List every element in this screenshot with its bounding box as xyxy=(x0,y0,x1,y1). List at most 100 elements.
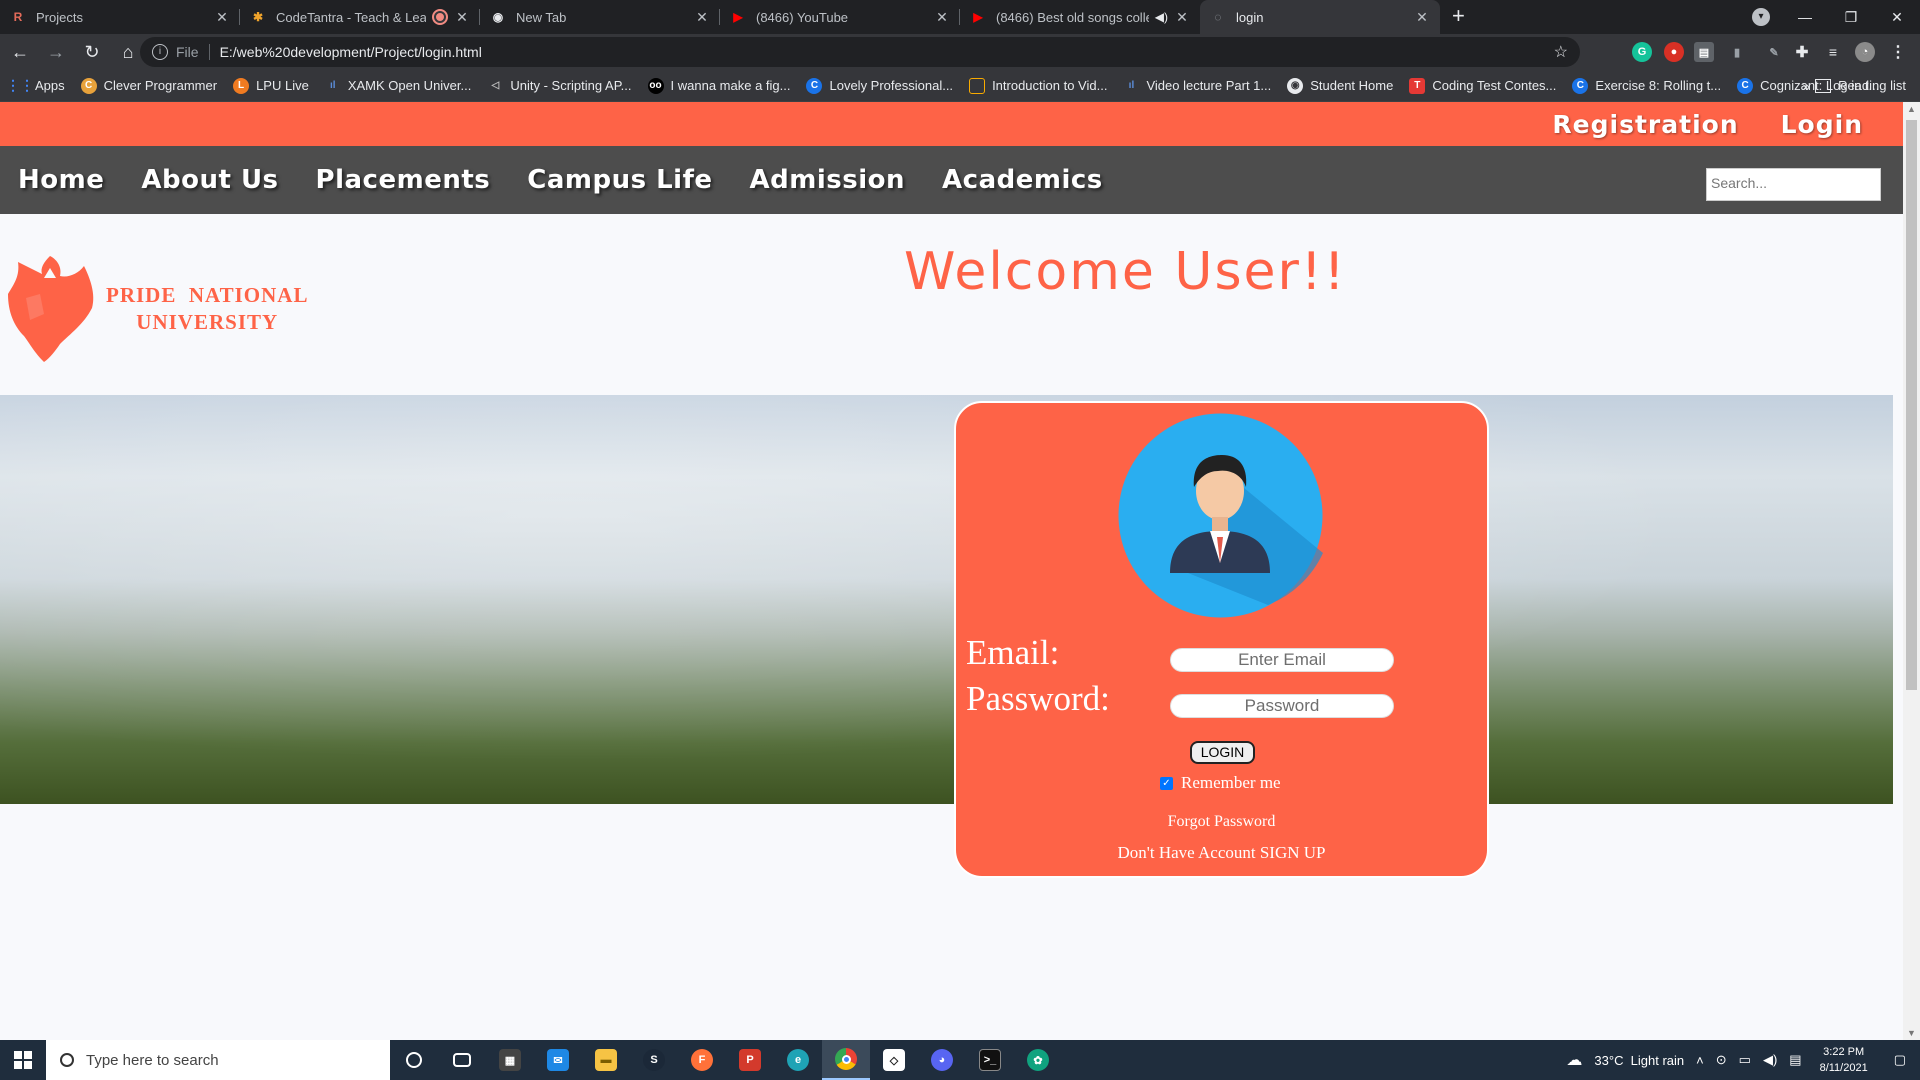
volume-icon[interactable]: ◀) xyxy=(1763,1052,1777,1068)
nav-placements[interactable]: Placements xyxy=(316,165,491,195)
edge-icon[interactable]: e xyxy=(774,1040,822,1080)
registration-link[interactable]: Registration xyxy=(1552,110,1738,139)
forward-button[interactable]: → xyxy=(40,36,72,68)
tab-search-icon[interactable]: ▾ xyxy=(1752,8,1770,26)
unity-hub-icon[interactable]: ◇ xyxy=(870,1040,918,1080)
scroll-up-icon[interactable]: ▲ xyxy=(1907,104,1916,114)
task-view-icon[interactable] xyxy=(438,1040,486,1080)
signup-link[interactable]: Don't Have Account SIGN UP xyxy=(956,843,1487,863)
grammarly-extension-icon[interactable]: G xyxy=(1632,42,1652,62)
tab-new-tab[interactable]: ◉ New Tab ✕ xyxy=(480,0,720,34)
bookmark-lpu-live[interactable]: L LPU Live xyxy=(233,77,309,94)
email-field[interactable]: Enter Email xyxy=(1170,648,1394,672)
projects-favicon-icon: R xyxy=(13,10,23,24)
bookmark-apps[interactable]: ⋮⋮ Apps xyxy=(6,77,65,94)
remember-me-checkbox[interactable]: ✓ xyxy=(1160,776,1173,790)
tab-youtube-songs[interactable]: ▶ (8466) Best old songs collecti ◀) ✕ xyxy=(960,0,1200,34)
network-icon[interactable]: ▭ xyxy=(1739,1052,1751,1068)
menu-dots-icon[interactable]: ⋮ xyxy=(1888,42,1908,62)
close-tab-icon[interactable]: ✕ xyxy=(694,9,710,26)
discord-icon[interactable]: ◕ xyxy=(918,1040,966,1080)
nav-academics[interactable]: Academics xyxy=(942,165,1103,195)
bookmark-student-home[interactable]: ◉ Student Home xyxy=(1287,77,1393,94)
scroll-down-icon[interactable]: ▼ xyxy=(1907,1028,1916,1038)
file-explorer-icon[interactable]: ▬ xyxy=(582,1040,630,1080)
tab-title: CodeTantra - Teach & Learn xyxy=(276,9,426,25)
coding-test-icon: T xyxy=(1409,77,1426,94)
extension-icon[interactable]: ▤ xyxy=(1694,42,1714,62)
scrollbar-thumb[interactable] xyxy=(1906,120,1917,690)
close-tab-icon[interactable]: ✕ xyxy=(214,9,230,26)
nav-admission[interactable]: Admission xyxy=(750,165,905,195)
chatgpt-icon[interactable]: ✿ xyxy=(1014,1040,1062,1080)
page-scrollbar[interactable]: ▲ ▼ xyxy=(1903,102,1920,1040)
steam-icon[interactable]: S xyxy=(630,1040,678,1080)
bookmark-coding-test[interactable]: T Coding Test Contes... xyxy=(1409,77,1556,94)
extensions-puzzle-icon[interactable]: ✚ xyxy=(1792,42,1812,62)
profile-avatar-icon[interactable]: ◔ xyxy=(1855,42,1875,62)
tab-codetantra[interactable]: ✱ CodeTantra - Teach & Learn ✕ xyxy=(240,0,480,34)
bookmark-unity[interactable]: ◁ Unity - Scripting AP... xyxy=(487,78,632,94)
bookmark-medium[interactable]: oo I wanna make a fig... xyxy=(647,77,790,94)
close-window-button[interactable]: ✕ xyxy=(1874,0,1920,34)
search-icon xyxy=(60,1053,74,1067)
window-controls: — ❐ ✕ xyxy=(1782,0,1920,34)
terminal-icon[interactable]: >_ xyxy=(966,1040,1014,1080)
nav-about-us[interactable]: About Us xyxy=(141,165,278,195)
remember-me[interactable]: ✓ Remember me xyxy=(1160,773,1281,793)
youtube-favicon-icon: ▶ xyxy=(973,10,983,24)
store-icon[interactable]: ▦ xyxy=(486,1040,534,1080)
reading-list-button[interactable]: Reading list xyxy=(1815,78,1906,93)
login-button[interactable]: LOGIN xyxy=(1190,741,1255,764)
close-tab-icon[interactable]: ✕ xyxy=(1414,9,1430,26)
close-tab-icon[interactable]: ✕ xyxy=(454,9,470,26)
bookmark-introduction-video[interactable]: Introduction to Vid... xyxy=(969,77,1107,94)
tray-chevron-icon[interactable]: ˄ xyxy=(1696,1053,1704,1068)
bookmark-xamk[interactable]: ıl XAMK Open Univer... xyxy=(325,78,471,94)
back-button[interactable]: ← xyxy=(4,36,36,68)
extension-icon[interactable]: ✎ xyxy=(1764,42,1784,62)
bookmark-lovely-professional[interactable]: C Lovely Professional... xyxy=(806,77,953,94)
close-tab-icon[interactable]: ✕ xyxy=(934,9,950,26)
password-field[interactable]: Password xyxy=(1170,694,1394,718)
clock[interactable]: 3:22 PM 8/11/2021 xyxy=(1820,1044,1868,1076)
adblock-extension-icon[interactable]: ● xyxy=(1664,42,1684,62)
address-bar[interactable]: i File E:/web%20development/Project/logi… xyxy=(140,37,1580,67)
search-input[interactable]: Search... xyxy=(1706,168,1881,201)
email-label: Email: xyxy=(966,633,1060,672)
media-control-icon[interactable]: ≡ xyxy=(1823,42,1843,62)
chrome-icon[interactable] xyxy=(822,1040,870,1080)
nav-home[interactable]: Home xyxy=(18,165,104,195)
url-text[interactable]: E:/web%20development/Project/login.html xyxy=(220,44,482,60)
tab-login[interactable]: ◌ login ✕ xyxy=(1200,0,1440,34)
pycharm-icon[interactable]: P xyxy=(726,1040,774,1080)
login-link[interactable]: Login xyxy=(1781,110,1863,139)
weather-text[interactable]: 33°C Light rain xyxy=(1594,1053,1684,1068)
notification-icon[interactable]: ▢ xyxy=(1894,1052,1906,1068)
extension-icon[interactable]: ▮ xyxy=(1727,42,1747,62)
onedrive-icon[interactable]: ⊙ xyxy=(1716,1052,1727,1068)
close-tab-icon[interactable]: ✕ xyxy=(1174,9,1190,26)
nav-campus-life[interactable]: Campus Life xyxy=(527,165,712,195)
keyboard-icon[interactable]: ▤ xyxy=(1789,1052,1801,1068)
site-info-icon[interactable]: i xyxy=(152,44,168,60)
mail-icon[interactable]: ✉ xyxy=(534,1040,582,1080)
taskbar-search[interactable]: Type here to search xyxy=(46,1040,390,1080)
more-bookmarks-icon[interactable]: » xyxy=(1802,78,1810,94)
bookmark-video-lecture[interactable]: ıl Video lecture Part 1... xyxy=(1123,78,1272,94)
restore-button[interactable]: ❐ xyxy=(1828,0,1874,34)
minimize-button[interactable]: — xyxy=(1782,0,1828,34)
weather-icon[interactable]: ☁ xyxy=(1566,1050,1582,1070)
start-button[interactable] xyxy=(0,1040,46,1080)
reload-button[interactable]: ↻ xyxy=(76,36,108,68)
cortana-icon[interactable] xyxy=(390,1040,438,1080)
firefox-icon[interactable]: F xyxy=(678,1040,726,1080)
bookmark-clever-programmer[interactable]: C Clever Programmer xyxy=(80,77,217,94)
tab-projects[interactable]: R Projects ✕ xyxy=(0,0,240,34)
new-tab-button[interactable]: + xyxy=(1440,0,1477,34)
speaker-icon[interactable]: ◀) xyxy=(1155,10,1168,24)
tab-youtube[interactable]: ▶ (8466) YouTube ✕ xyxy=(720,0,960,34)
bookmark-star-icon[interactable]: ☆ xyxy=(1554,42,1568,62)
forgot-password-link[interactable]: Forgot Password xyxy=(956,813,1487,831)
bookmark-exercise-rolling[interactable]: C Exercise 8: Rolling t... xyxy=(1572,77,1721,94)
